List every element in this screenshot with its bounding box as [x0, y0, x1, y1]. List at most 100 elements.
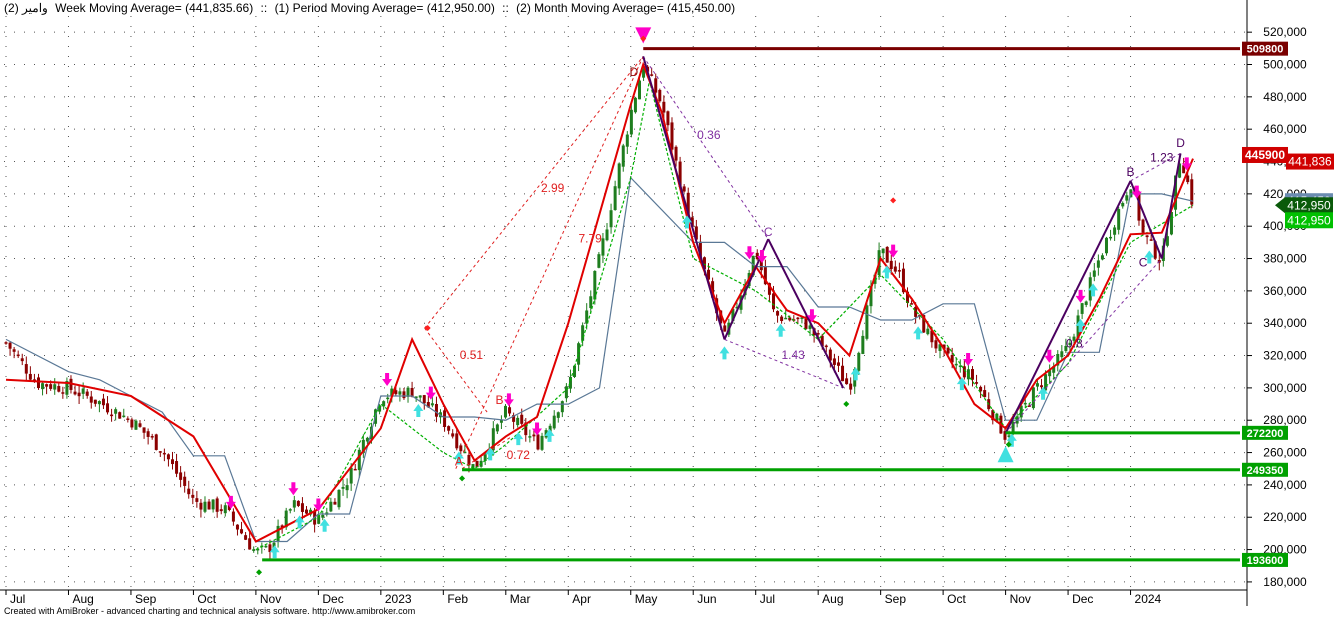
candle-body	[134, 420, 138, 430]
candle-body	[832, 358, 836, 365]
chart-annotation: C	[764, 225, 773, 239]
x-tick-label: Dec	[322, 592, 343, 606]
candle-body	[264, 545, 268, 548]
candle-body	[292, 500, 296, 508]
candle-body	[154, 434, 158, 450]
candle-body	[402, 391, 406, 399]
candle-body	[142, 427, 146, 433]
candle-body	[36, 377, 40, 389]
price-tag-label: 441,836	[1288, 155, 1332, 169]
y-tick-label: 320,000	[1263, 349, 1307, 363]
x-tick-label: Sep	[885, 592, 907, 606]
candle-body	[650, 74, 654, 76]
candle-body	[16, 354, 20, 357]
symbol-name: وامیر	[22, 1, 48, 15]
candle-body	[1117, 209, 1121, 230]
candle-body	[114, 409, 118, 414]
y-tick-label: 280,000	[1263, 413, 1307, 427]
y-tick-label: 260,000	[1263, 446, 1307, 460]
candle-body	[1084, 301, 1088, 305]
candle-body	[1145, 235, 1149, 238]
candle-body	[93, 399, 97, 404]
candle-body	[629, 109, 633, 135]
candle-body	[1113, 227, 1117, 235]
candle-body	[654, 78, 658, 93]
candle-body	[970, 369, 974, 380]
chart-annotation: A	[455, 454, 463, 468]
x-tick-label: 2024	[1135, 592, 1162, 606]
candle-body	[666, 111, 670, 126]
candle-body	[670, 122, 674, 150]
chart-annotation: B	[1127, 165, 1135, 179]
x-tick-label: 2023	[385, 592, 412, 606]
x-tick-label: Sep	[135, 592, 157, 606]
candle-body	[12, 349, 16, 352]
candle-body	[772, 293, 776, 310]
candle-body	[926, 328, 930, 335]
candle-body	[126, 418, 130, 420]
candle-body	[1149, 239, 1153, 241]
candle-body	[893, 266, 897, 272]
x-tick-label: Dec	[1072, 592, 1093, 606]
level-tag-label: 193600	[1247, 555, 1284, 567]
candle-body	[889, 260, 893, 269]
candle-body	[897, 270, 901, 272]
candle-body	[536, 434, 540, 450]
y-tick-label: 220,000	[1263, 510, 1307, 524]
candle-body	[1141, 219, 1145, 233]
y-tick-label: 460,000	[1263, 122, 1307, 136]
candle-body	[532, 434, 536, 437]
candle-body	[353, 468, 357, 471]
candle-body	[841, 365, 845, 382]
candle-body	[276, 525, 280, 542]
candle-body	[459, 445, 463, 452]
candle-body	[235, 524, 239, 530]
candle-body	[422, 395, 426, 404]
candle-body	[658, 89, 662, 102]
candle-body	[8, 342, 12, 349]
candle-body	[4, 342, 8, 344]
candle-body	[857, 352, 861, 371]
candle-body	[780, 316, 784, 322]
candle-body	[219, 509, 223, 512]
price-tag-label: 445900	[1245, 148, 1285, 162]
candle-body	[1031, 387, 1035, 409]
candle-body	[552, 415, 556, 429]
candle-body	[430, 403, 434, 406]
candle-body	[150, 436, 154, 438]
price-chart[interactable]: 180,000200,000220,000240,000260,000280,0…	[0, 0, 1336, 619]
y-tick-label: 520,000	[1263, 25, 1307, 39]
candle-body	[337, 489, 341, 508]
candle-body	[796, 317, 800, 320]
chart-annotation: B	[496, 393, 504, 407]
chart-annotation: 2.99	[541, 181, 565, 195]
y-tick-label: 500,000	[1263, 58, 1307, 72]
level-tag-label: 509800	[1247, 44, 1284, 56]
candle-body	[215, 498, 219, 512]
candle-body	[252, 549, 256, 551]
candle-body	[540, 435, 544, 450]
candle-body	[110, 414, 114, 417]
candle-body	[321, 514, 325, 518]
candle-body	[77, 392, 81, 397]
candle-body	[45, 384, 49, 387]
chart-area[interactable]: 180,000 200,000 220,000 240,000 260,000 280,0…	[0, 0, 1336, 619]
candle-body	[166, 454, 170, 460]
candle-body	[637, 80, 641, 100]
candle-body	[589, 296, 593, 309]
y-tick-label: 240,000	[1263, 478, 1307, 492]
candle-body	[633, 97, 637, 113]
candle-body	[106, 403, 110, 413]
header-separator: ::	[260, 1, 268, 15]
candle-body	[57, 386, 61, 392]
candle-body	[443, 410, 447, 427]
candle-body	[329, 501, 333, 512]
candle-body	[1080, 303, 1084, 314]
candle-body	[597, 254, 601, 268]
candle-body	[755, 252, 759, 260]
candle-body	[349, 467, 353, 484]
candle-body	[138, 423, 142, 427]
candle-body	[845, 378, 849, 385]
candle-body	[1100, 255, 1104, 260]
chart-annotation: 1.43	[782, 348, 806, 362]
